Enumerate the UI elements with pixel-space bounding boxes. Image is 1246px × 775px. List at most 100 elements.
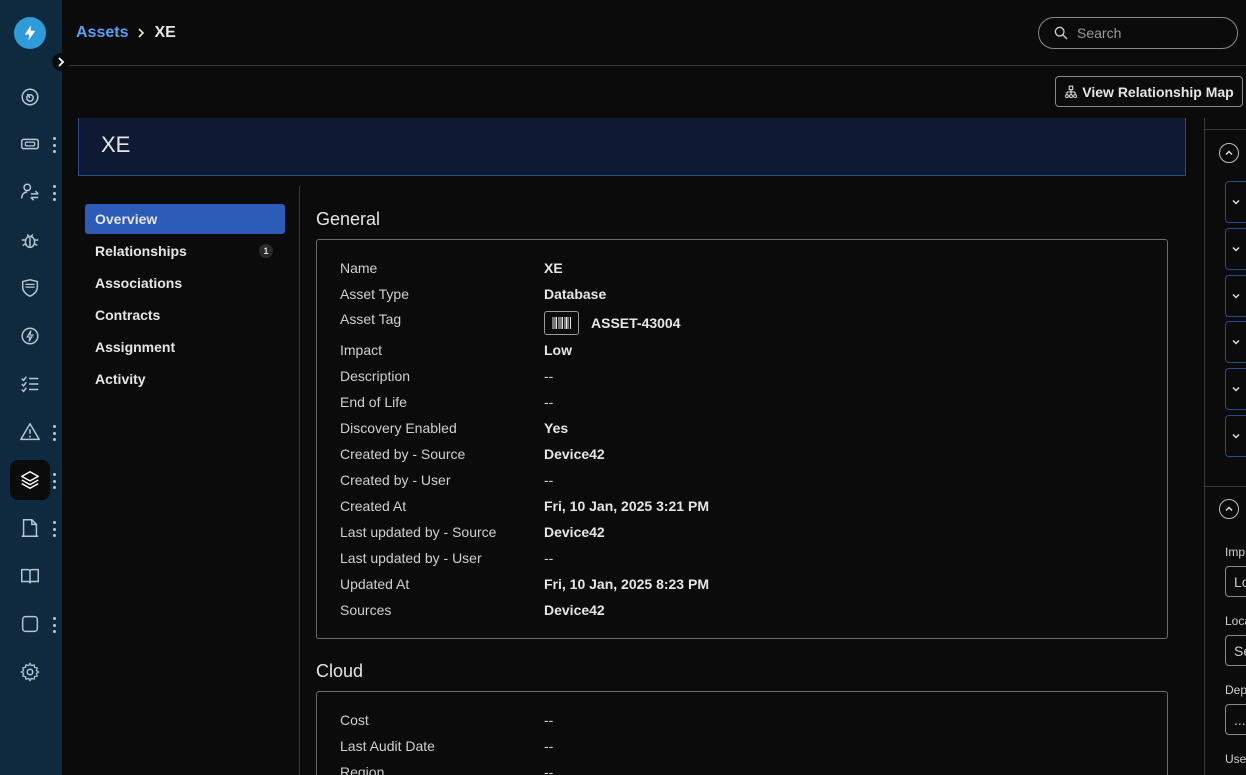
sidebar-item-tickets[interactable] — [10, 124, 50, 164]
sidebar-item-security[interactable] — [10, 268, 50, 308]
chevron-down-icon — [1232, 386, 1240, 392]
right-panel-dropdown[interactable] — [1225, 415, 1246, 457]
lightning-circle-icon — [21, 327, 39, 345]
sidebar-item-knowledge[interactable] — [10, 556, 50, 596]
sidebar-item-alerts-menu[interactable] — [51, 425, 57, 441]
sidebar-expand-button[interactable] — [52, 53, 70, 71]
field-value: -- — [544, 738, 554, 754]
field-label: Last Audit Date — [340, 738, 435, 754]
field-label: Sources — [340, 602, 392, 618]
chevron-down-icon — [1232, 246, 1240, 252]
right-panel-dropdown[interactable] — [1225, 368, 1246, 410]
square-icon — [21, 615, 39, 633]
chevron-right-icon — [138, 28, 145, 38]
field-label: Cost — [340, 712, 369, 728]
section-title-general: General — [316, 209, 381, 229]
field-value: -- — [544, 368, 554, 384]
breadcrumb-assets-link[interactable]: Assets — [76, 24, 128, 42]
sidebar-item-releases[interactable] — [10, 316, 50, 356]
hierarchy-icon — [1065, 85, 1078, 98]
count-badge: 1 — [259, 244, 273, 258]
barcode-button[interactable] — [544, 311, 579, 335]
view-relationship-map-button[interactable]: View Relationship Map — [1055, 76, 1243, 107]
field-value: -- — [544, 550, 554, 566]
location-select[interactable]: Se — [1225, 635, 1246, 666]
search-icon — [1054, 26, 1068, 40]
sidebar-item-apps[interactable] — [10, 604, 50, 644]
shield-icon — [21, 278, 39, 298]
right-panel-dropdown[interactable] — [1225, 181, 1246, 223]
sidebar-item-alerts[interactable] — [10, 412, 50, 452]
department-select[interactable]: ... — [1225, 704, 1246, 735]
sidebar-item-apps-menu[interactable] — [51, 617, 57, 633]
field-value: Database — [544, 286, 607, 302]
page-title: XE — [101, 132, 131, 157]
tab-label: Overview — [95, 211, 158, 227]
sidebar-item-tickets-menu[interactable] — [51, 137, 57, 153]
sidebar-item-assets-menu[interactable] — [51, 473, 57, 489]
chevron-down-icon — [1232, 433, 1240, 439]
right-panel-dropdown[interactable] — [1225, 321, 1246, 363]
layers-stack-icon — [21, 471, 39, 489]
field-label: Created At — [340, 498, 407, 514]
sidebar — [0, 0, 70, 775]
tab-label: Contracts — [95, 307, 161, 323]
tab-associations[interactable]: Associations — [85, 268, 285, 298]
sidebar-item-assets[interactable] — [10, 460, 50, 500]
sidebar-item-settings[interactable] — [10, 652, 50, 692]
field-value: XE — [544, 260, 563, 276]
sidebar-item-tasks[interactable] — [10, 364, 50, 404]
field-value: Yes — [544, 420, 569, 436]
collapse-section-button[interactable] — [1219, 143, 1239, 163]
field-label: End of Life — [340, 394, 407, 410]
warning-triangle-icon — [20, 423, 40, 441]
sidebar-item-documents-menu[interactable] — [51, 521, 57, 537]
tabs-divider — [299, 186, 300, 775]
search-box[interactable] — [1038, 17, 1238, 49]
chevron-up-icon — [1225, 506, 1233, 512]
field-label: Name — [340, 260, 378, 276]
tab-contracts[interactable]: Contracts — [85, 300, 285, 330]
collapse-section-button[interactable] — [1219, 499, 1239, 519]
sidebar-item-documents[interactable] — [10, 508, 50, 548]
tab-relationships[interactable]: Relationships 1 — [85, 236, 285, 266]
field-label: Last updated by - Source — [340, 524, 497, 540]
field-value: -- — [544, 472, 554, 488]
tab-assignment[interactable]: Assignment — [85, 332, 285, 362]
tab-activity[interactable]: Activity — [85, 364, 285, 394]
sidebar-item-problems[interactable] — [10, 220, 50, 260]
lightning-logo-icon — [24, 25, 36, 41]
tab-label: Activity — [95, 371, 146, 387]
sidebar-item-changes-menu[interactable] — [51, 185, 57, 201]
field-value: Fri, 10 Jan, 2025 3:21 PM — [544, 498, 709, 514]
checklist-icon — [21, 376, 39, 393]
impact-label: Imp — [1225, 545, 1246, 559]
field-label: Last updated by - User — [340, 550, 482, 566]
chevron-down-icon — [1232, 199, 1240, 205]
field-value: Low — [544, 342, 572, 358]
field-label: Description — [340, 368, 411, 384]
impact-select[interactable]: Lo — [1225, 566, 1246, 597]
tab-overview[interactable]: Overview — [85, 204, 285, 234]
app-logo[interactable] — [14, 17, 46, 49]
field-value: Device42 — [544, 524, 605, 540]
field-value: Fri, 10 Jan, 2025 8:23 PM — [544, 576, 709, 592]
user-exchange-icon — [21, 183, 39, 201]
field-label: Asset Type — [340, 286, 410, 302]
ticket-icon — [21, 138, 39, 150]
right-panel-separator — [1205, 129, 1246, 130]
document-icon — [21, 519, 39, 537]
right-panel-dropdown[interactable] — [1225, 275, 1246, 317]
asset-tag-value: ASSET-43004 — [544, 311, 681, 335]
breadcrumb: Assets XE — [76, 24, 176, 42]
tab-label: Relationships — [95, 243, 187, 259]
field-value: -- — [544, 764, 554, 775]
sidebar-item-changes[interactable] — [10, 172, 50, 212]
field-value: -- — [544, 712, 554, 728]
field-label: Asset Tag — [340, 311, 402, 327]
search-input[interactable] — [1077, 25, 1227, 41]
right-panel-dropdown[interactable] — [1225, 228, 1246, 270]
sidebar-item-dashboard[interactable] — [10, 77, 50, 117]
field-value: Device42 — [544, 446, 605, 462]
gear-icon — [20, 662, 40, 682]
